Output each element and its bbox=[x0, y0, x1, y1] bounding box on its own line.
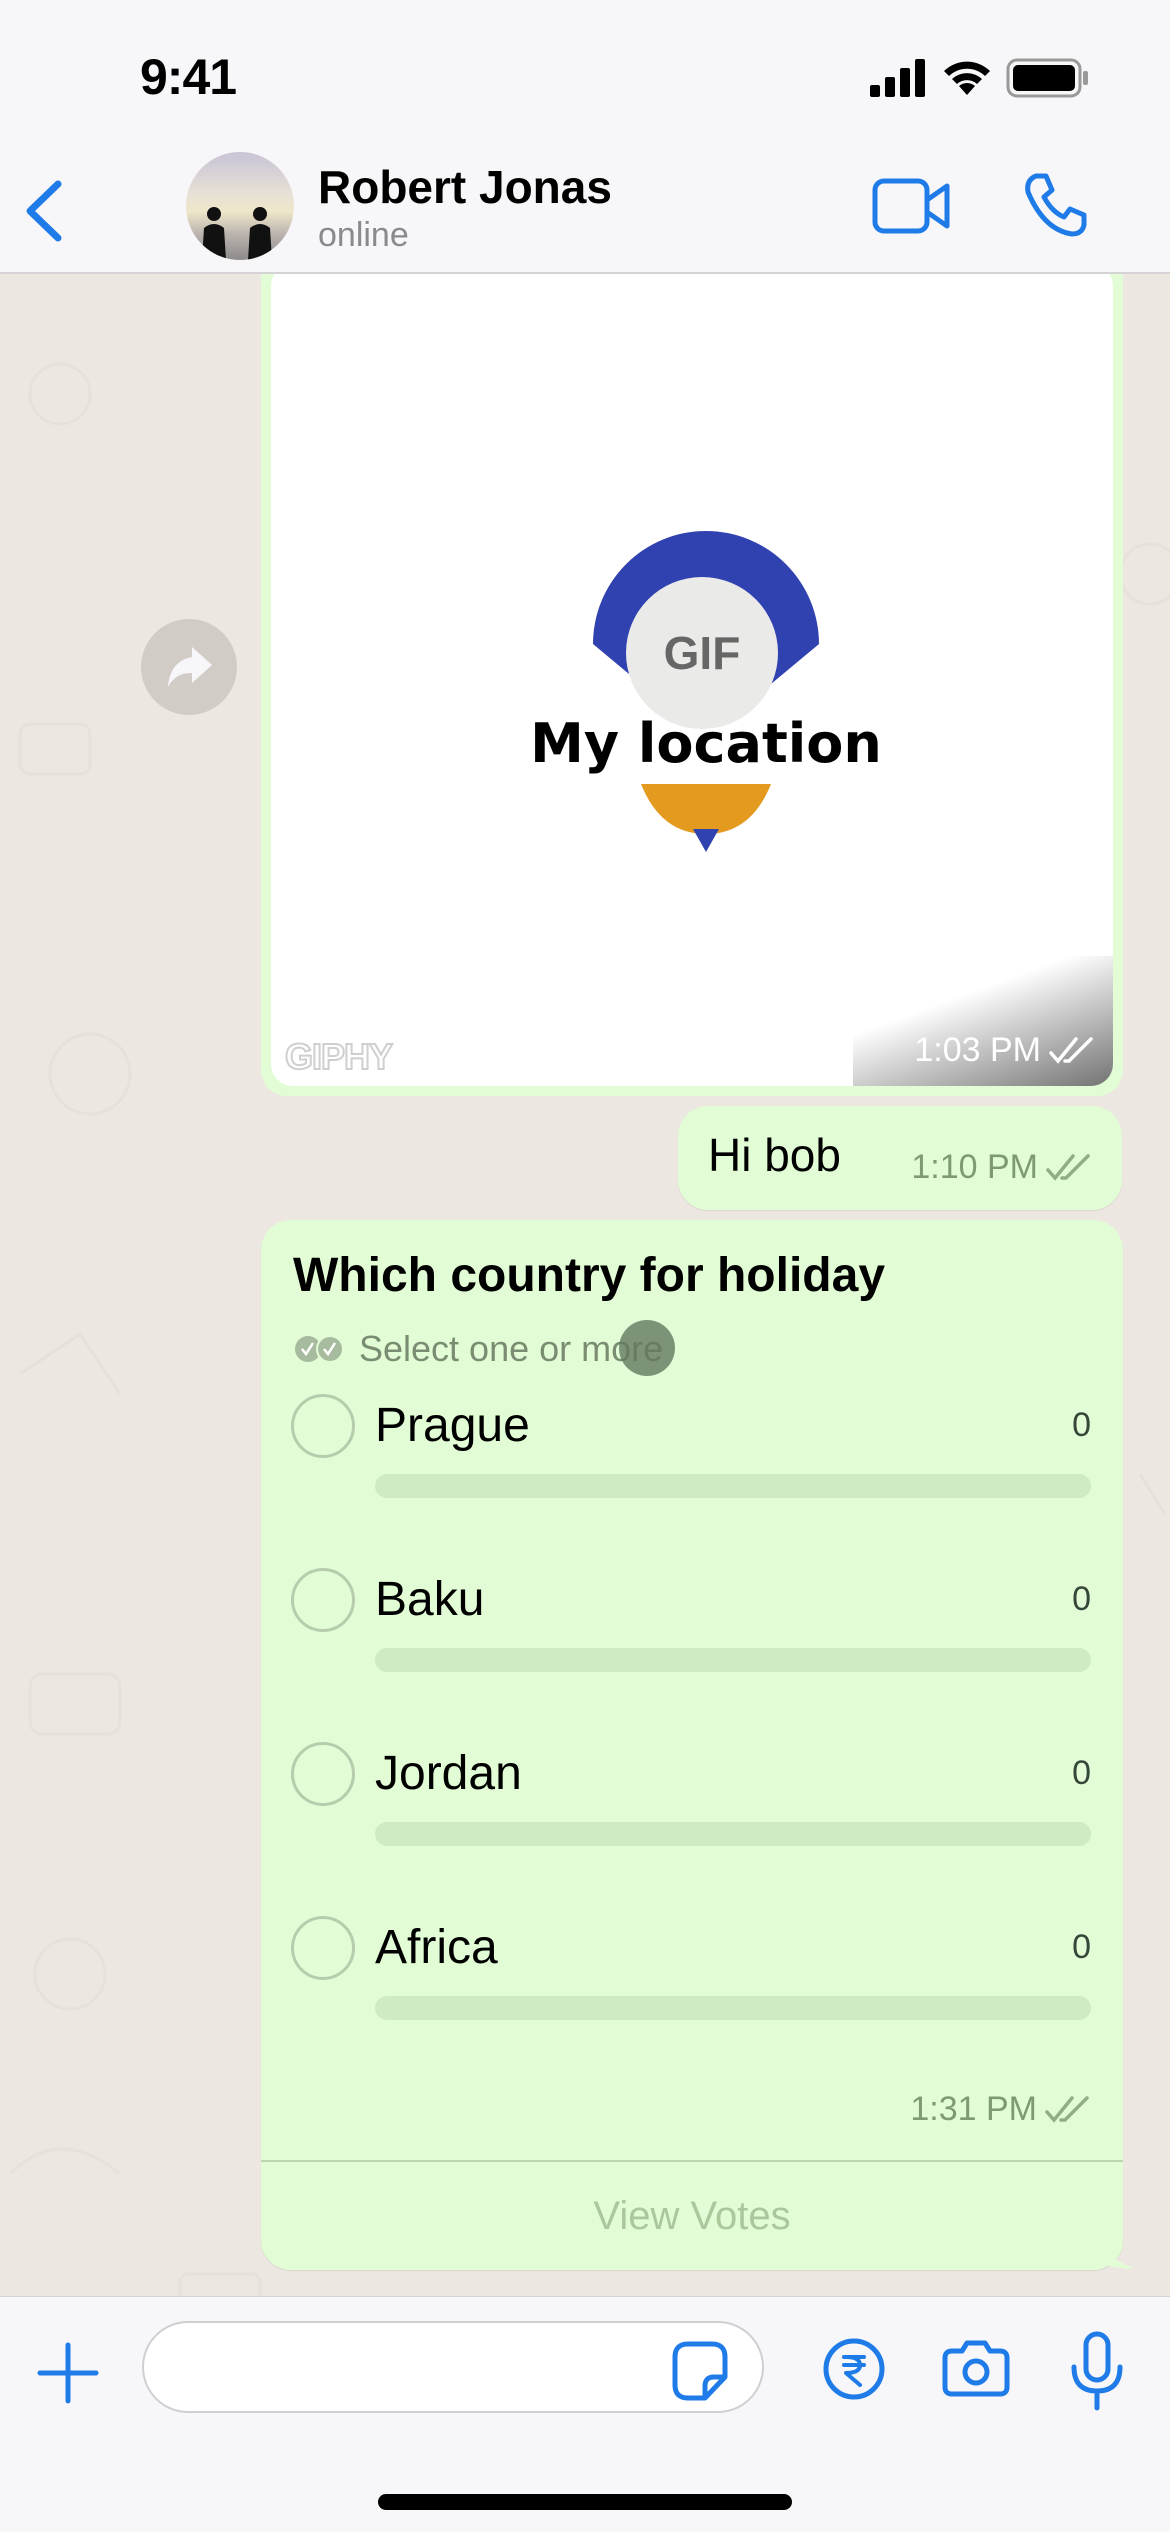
poll-message-bubble: Which country for holiday Select one or … bbox=[261, 1220, 1123, 2270]
poll-option-label: Baku bbox=[375, 1573, 485, 1626]
double-check-icon bbox=[1046, 1153, 1090, 1181]
back-button[interactable] bbox=[20, 176, 70, 246]
status-bar: 9:41 bbox=[0, 0, 1170, 150]
poll-option-progress-bar bbox=[375, 1996, 1091, 2020]
contact-status: online bbox=[318, 216, 409, 254]
poll-option-label: Jordan bbox=[375, 1747, 522, 1800]
sticker-button[interactable] bbox=[672, 2341, 728, 2401]
attach-button[interactable] bbox=[36, 2341, 100, 2405]
poll-option-label: Prague bbox=[375, 1399, 530, 1452]
gif-play-badge[interactable]: GIF bbox=[626, 577, 778, 729]
status-time: 9:41 bbox=[140, 49, 237, 105]
cellular-signal-icon bbox=[870, 59, 925, 97]
home-indicator[interactable] bbox=[378, 2494, 792, 2510]
rupee-icon bbox=[823, 2338, 885, 2400]
message-input[interactable] bbox=[142, 2321, 764, 2413]
poll-option-vote-count: 0 bbox=[1072, 1406, 1091, 1444]
plus-icon bbox=[37, 2342, 99, 2404]
view-votes-button[interactable]: View Votes bbox=[261, 2162, 1123, 2270]
giphy-attribution: GIPHY bbox=[284, 1035, 394, 1078]
poll-option-progress-bar bbox=[375, 1822, 1091, 1846]
forward-button[interactable] bbox=[141, 619, 237, 715]
voice-call-button[interactable] bbox=[1022, 172, 1088, 238]
message-time: 1:10 PM bbox=[911, 1148, 1038, 1186]
poll-option[interactable]: Jordan 0 bbox=[291, 1742, 1091, 1862]
poll-option-vote-count: 0 bbox=[1072, 1928, 1091, 1966]
poll-option-label: Africa bbox=[375, 1921, 498, 1974]
bubble-tail bbox=[1100, 2234, 1136, 2269]
avatar-silhouettes-image bbox=[202, 207, 272, 260]
payment-button[interactable] bbox=[822, 2337, 886, 2401]
voice-message-button[interactable] bbox=[1070, 2331, 1124, 2411]
poll-message-meta: 1:31 PM bbox=[910, 2090, 1091, 2129]
gif-message-meta: 1:03 PM bbox=[914, 1031, 1095, 1070]
double-check-read-icon bbox=[1049, 1036, 1093, 1064]
message-time: 1:31 PM bbox=[910, 2090, 1037, 2128]
poll-option-progress-bar bbox=[375, 1648, 1091, 1672]
poll-title: Which country for holiday bbox=[293, 1249, 886, 1302]
poll-option[interactable]: Prague 0 bbox=[291, 1394, 1091, 1514]
camera-icon bbox=[942, 2340, 1010, 2397]
touch-indicator bbox=[619, 1320, 675, 1376]
poll-option-radio[interactable] bbox=[291, 1742, 355, 1806]
status-icons bbox=[870, 58, 1090, 98]
contact-name[interactable]: Robert Jonas bbox=[318, 160, 612, 214]
text-message-bubble[interactable]: Hi bob 1:10 PM bbox=[678, 1106, 1122, 1210]
poll-option-radio[interactable] bbox=[291, 1568, 355, 1632]
battery-icon bbox=[1006, 58, 1088, 98]
poll-hint-text: Select one or more bbox=[359, 1328, 664, 1369]
wifi-icon bbox=[944, 61, 990, 95]
text-message-meta: 1:10 PM bbox=[911, 1148, 1092, 1187]
message-time: 1:03 PM bbox=[914, 1031, 1041, 1069]
chat-header: Robert Jonas online bbox=[0, 150, 1170, 274]
gif-message-bubble[interactable]: My location GIF GIPHY 1:03 PM bbox=[261, 274, 1123, 1096]
poll-option[interactable]: Africa 0 bbox=[291, 1916, 1091, 2036]
sticker-icon bbox=[672, 2341, 728, 2401]
poll-option-vote-count: 0 bbox=[1072, 1754, 1091, 1792]
poll-option[interactable]: Baku 0 bbox=[291, 1568, 1091, 1688]
message-text: Hi bob bbox=[708, 1129, 841, 1181]
microphone-icon bbox=[1071, 2331, 1123, 2411]
contact-avatar[interactable] bbox=[186, 152, 294, 260]
video-call-button[interactable] bbox=[872, 176, 952, 236]
chat-area[interactable]: My location GIF GIPHY 1:03 PM Hi bob 1:1… bbox=[0, 274, 1170, 2296]
share-arrow-icon bbox=[168, 647, 212, 687]
poll-hint: Select one or more bbox=[293, 1328, 663, 1370]
poll-option-radio[interactable] bbox=[291, 1916, 355, 1980]
poll-option-radio[interactable] bbox=[291, 1394, 355, 1458]
poll-option-vote-count: 0 bbox=[1072, 1580, 1091, 1618]
message-input-bar bbox=[0, 2296, 1170, 2532]
gif-media[interactable]: My location GIF GIPHY 1:03 PM bbox=[271, 274, 1113, 1086]
chevron-left-icon bbox=[26, 180, 62, 242]
phone-icon bbox=[1025, 173, 1087, 237]
poll-option-progress-bar bbox=[375, 1474, 1091, 1498]
camera-button[interactable] bbox=[942, 2337, 1010, 2399]
double-check-icon bbox=[1045, 2095, 1089, 2123]
video-camera-icon bbox=[872, 178, 950, 234]
multi-select-checks-icon bbox=[295, 1335, 344, 1363]
